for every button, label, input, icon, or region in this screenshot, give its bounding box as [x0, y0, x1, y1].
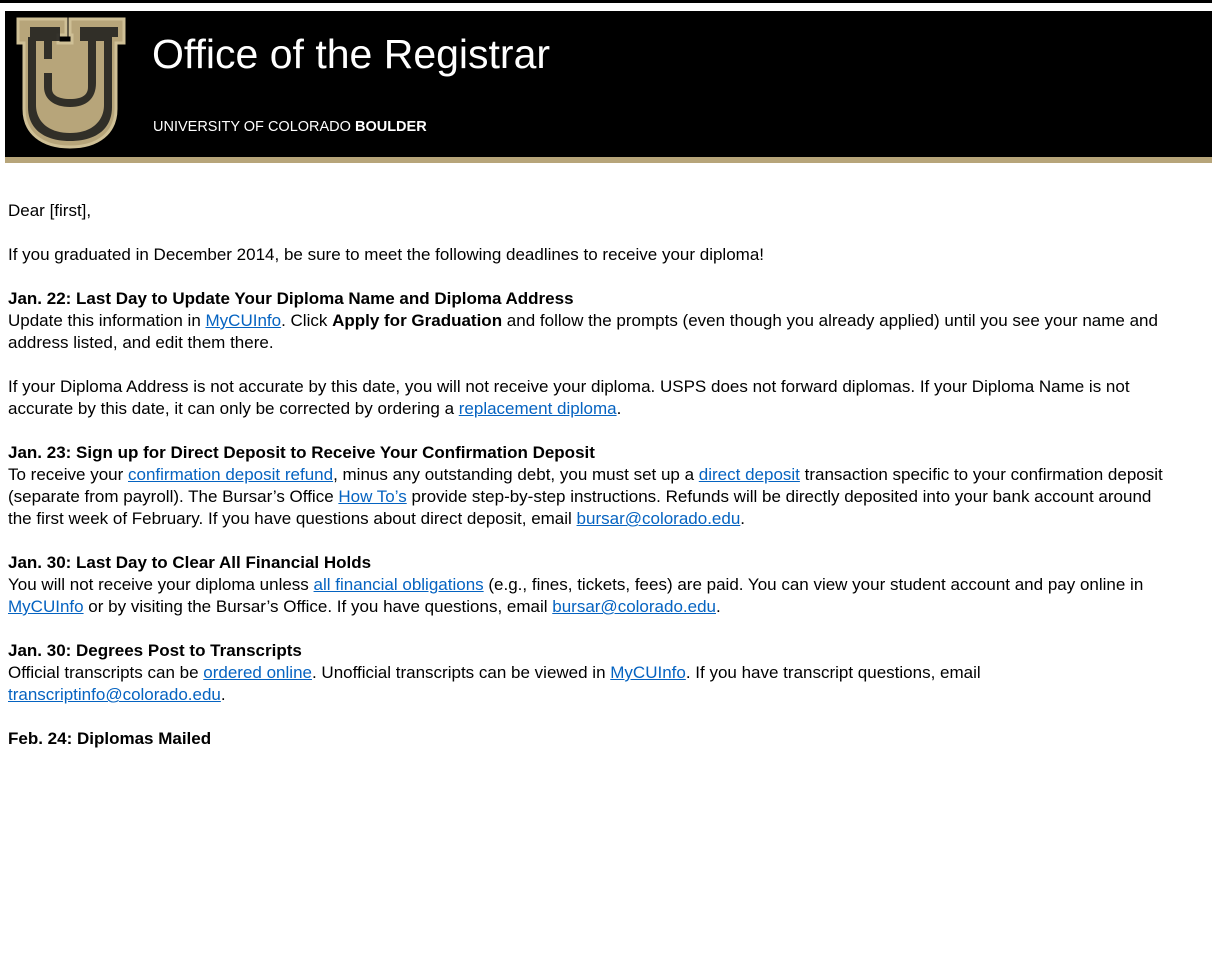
section-paragraph: Update this information in MyCUInfo. Cli…	[8, 311, 1158, 352]
section-diploma-name-address: Jan. 22: Last Day to Update Your Diploma…	[8, 288, 1168, 420]
page-title: Office of the Registrar	[152, 31, 551, 77]
section-heading: Feb. 24: Diplomas Mailed	[8, 729, 212, 748]
university-subtitle: UNIVERSITY OF COLORADO BOULDER	[153, 119, 427, 135]
section-heading: Jan. 30: Last Day to Clear All Financial…	[8, 553, 372, 572]
section-paragraph: To receive your confirmation deposit ref…	[8, 465, 1163, 528]
how-tos-link[interactable]: How To’s	[338, 487, 406, 506]
section-financial-holds: Jan. 30: Last Day to Clear All Financial…	[8, 552, 1168, 618]
ordered-online-link[interactable]: ordered online	[203, 663, 312, 682]
intro-text: If you graduated in December 2014, be su…	[8, 245, 765, 264]
section-direct-deposit: Jan. 23: Sign up for Direct Deposit to R…	[8, 442, 1168, 530]
mycuinfo-link[interactable]: MyCUInfo	[206, 311, 282, 330]
bursar-email-link[interactable]: bursar@colorado.edu	[577, 509, 741, 528]
top-rule	[0, 0, 1212, 3]
header-gold-stripe	[5, 157, 1212, 163]
section-heading: Jan. 23: Sign up for Direct Deposit to R…	[8, 443, 595, 462]
section-heading: Jan. 22: Last Day to Update Your Diploma…	[8, 289, 574, 308]
section-paragraph: You will not receive your diploma unless…	[8, 575, 1144, 616]
direct-deposit-link[interactable]: direct deposit	[699, 465, 800, 484]
section-transcripts: Jan. 30: Degrees Post to Transcripts Off…	[8, 640, 1168, 706]
section-diplomas-mailed: Feb. 24: Diplomas Mailed	[8, 728, 1168, 750]
transcriptinfo-email-link[interactable]: transcriptinfo@colorado.edu	[8, 685, 221, 704]
replacement-diploma-link[interactable]: replacement diploma	[459, 399, 617, 418]
email-body: Dear [first], If you graduated in Decemb…	[8, 200, 1168, 750]
section-paragraph: If your Diploma Address is not accurate …	[8, 377, 1130, 418]
bursar-email-link[interactable]: bursar@colorado.edu	[552, 597, 716, 616]
mycuinfo-link[interactable]: MyCUInfo	[610, 663, 686, 682]
greeting: Dear [first],	[8, 201, 92, 220]
confirmation-deposit-refund-link[interactable]: confirmation deposit refund	[128, 465, 333, 484]
section-heading: Jan. 30: Degrees Post to Transcripts	[8, 641, 302, 660]
financial-obligations-link[interactable]: all financial obligations	[314, 575, 484, 594]
cu-logo	[16, 17, 126, 149]
mycuinfo-link[interactable]: MyCUInfo	[8, 597, 84, 616]
section-paragraph: Official transcripts can be ordered onli…	[8, 663, 981, 704]
